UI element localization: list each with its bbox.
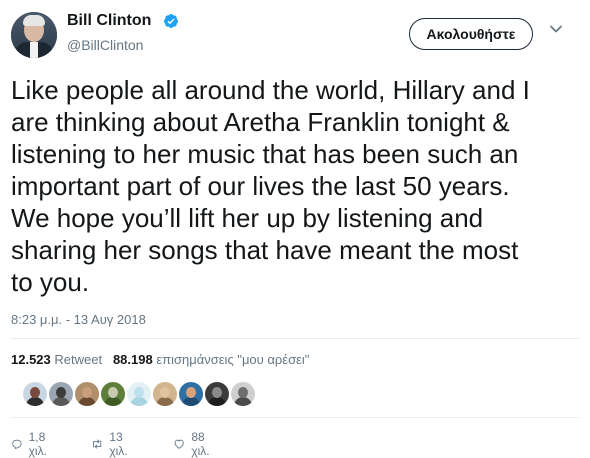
liker-avatar[interactable] <box>205 382 229 406</box>
retweet-stat[interactable]: 12.523 Retweet <box>11 352 102 367</box>
likes-count: 88.198 <box>112 352 153 367</box>
follow-button[interactable]: Ακολουθήστε <box>409 18 533 50</box>
likes-label: επισημάνσεις "μου αρέσει" <box>156 352 310 367</box>
retweets-label: Retweet <box>54 352 103 367</box>
liker-avatar[interactable] <box>127 382 151 406</box>
retweets-count: 12.523 <box>11 352 51 367</box>
tweet-text-line: Like people all around the world, Hillar… <box>11 75 530 105</box>
retweet-icon <box>93 439 102 449</box>
chevron-down-icon[interactable] <box>549 22 563 36</box>
liker-avatar[interactable] <box>179 382 203 406</box>
tweet-text-line: are thinking about Aretha Franklin tonig… <box>11 107 510 137</box>
verified-badge-icon <box>163 14 178 28</box>
tweet-text-line: important part of our lives the last 50 … <box>11 171 510 201</box>
tweet-timestamp[interactable]: 8:23 μ.μ. - 13 Αυγ 2018 <box>11 312 146 327</box>
tweet-text-line: to you. <box>11 267 90 297</box>
liker-avatar[interactable] <box>23 382 47 406</box>
divider <box>11 417 579 418</box>
liker-avatar[interactable] <box>231 382 255 406</box>
tweet-text: Like people all around the world, Hillar… <box>11 74 581 298</box>
heart-icon <box>174 439 184 449</box>
author-handle[interactable]: @BillClinton <box>67 37 143 53</box>
reply-icon <box>12 439 22 450</box>
liker-avatar[interactable] <box>75 382 99 406</box>
divider <box>11 338 579 339</box>
likes-stat[interactable]: 88.198 επισημάνσεις "μου αρέσει" <box>113 352 309 367</box>
liker-avatar[interactable] <box>153 382 177 406</box>
like-button[interactable]: 88 χιλ. <box>173 430 215 458</box>
tweet-text-line: sharing her songs that have meant the mo… <box>11 235 519 265</box>
author-name[interactable]: Bill Clinton <box>67 11 151 31</box>
reply-count: 1,8 χιλ. <box>28 430 47 458</box>
like-count: 88 χιλ. <box>191 430 210 458</box>
tweet-text-line: We hope you’ll lift her up by listening … <box>11 203 484 233</box>
tweet-text-line: listening to her music that has been suc… <box>11 139 519 169</box>
retweet-count: 13 χιλ. <box>109 430 128 458</box>
liker-avatar[interactable] <box>101 382 125 406</box>
reply-button[interactable]: 1,8 χιλ. <box>11 430 53 458</box>
engagement-stats: 12.523 Retweet 88.198 επισημάνσεις "μου … <box>11 352 309 367</box>
author-avatar[interactable] <box>11 12 57 58</box>
retweet-button[interactable]: 13 χιλ. <box>91 430 133 458</box>
liker-avatar[interactable] <box>49 382 73 406</box>
